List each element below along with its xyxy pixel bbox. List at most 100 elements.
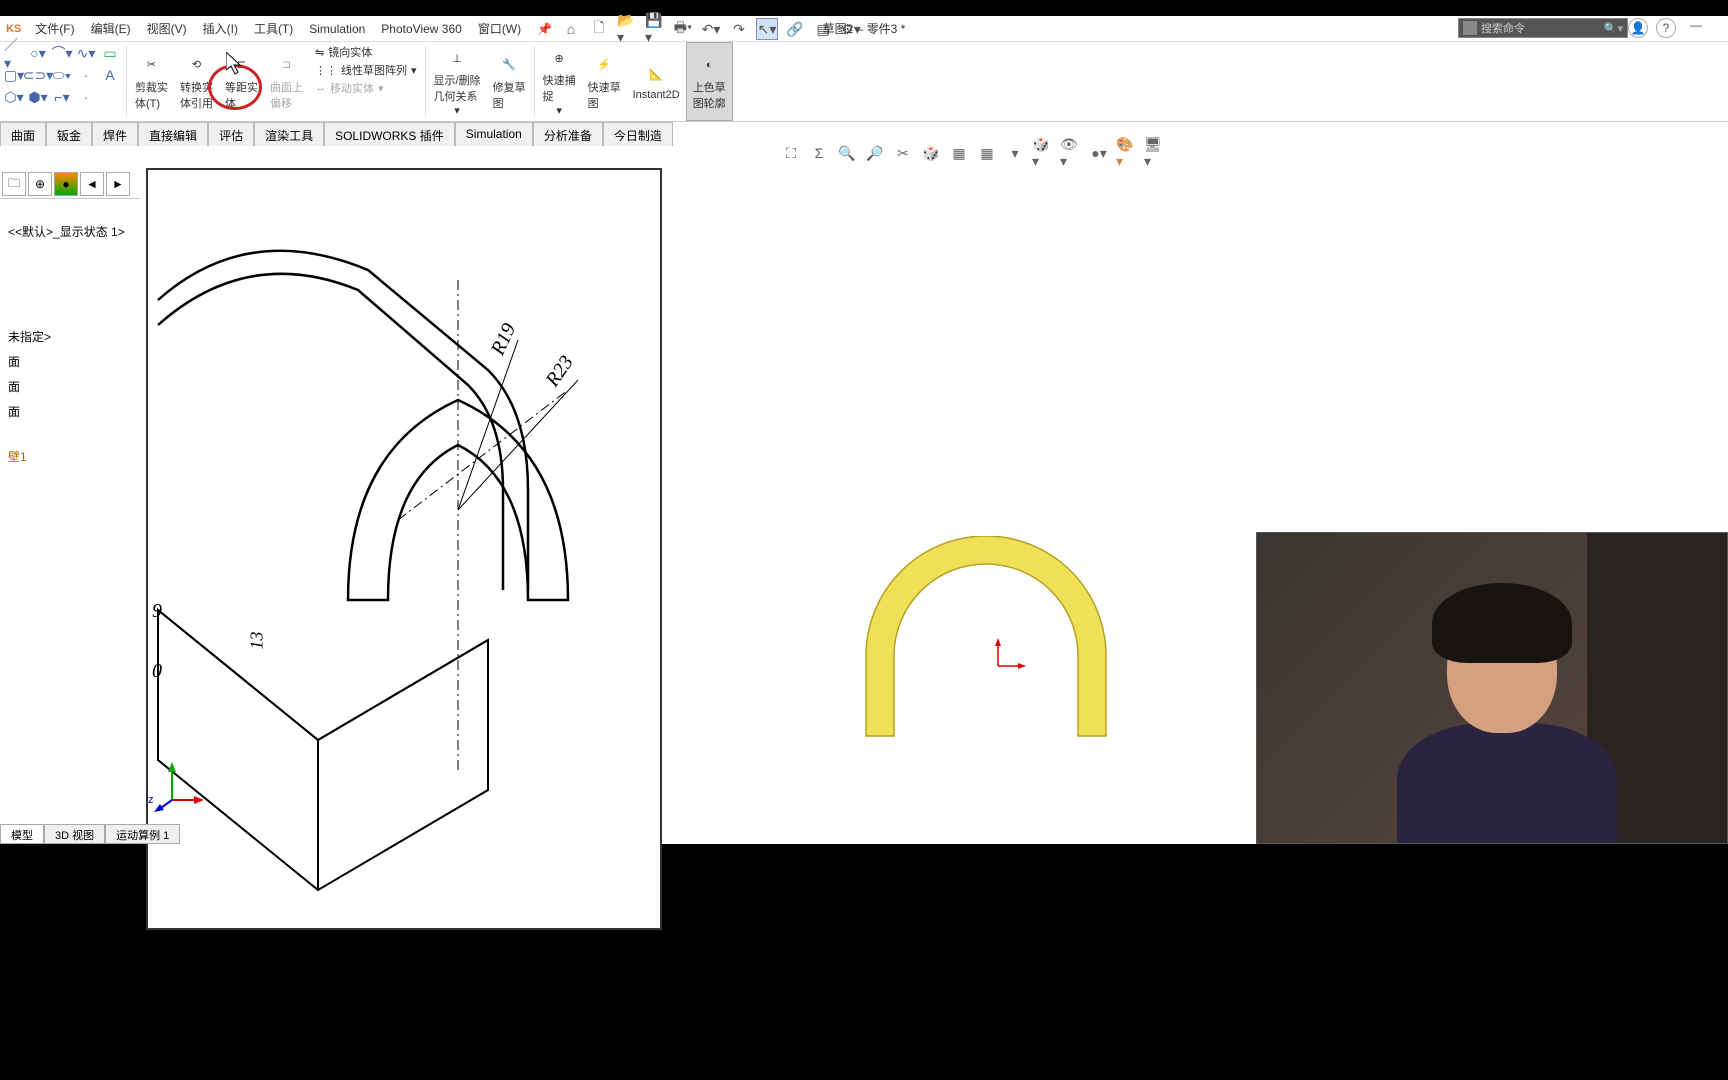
ellipse-icon[interactable]: ⬭▾ — [52, 66, 72, 84]
menu-view[interactable]: 视图(V) — [139, 20, 195, 37]
tab-sw-addins[interactable]: SOLIDWORKS 插件 — [324, 122, 455, 146]
rapid-icon: ⚡ — [592, 53, 616, 77]
isometric-drawing — [148, 170, 664, 932]
tab-3d-view[interactable]: 3D 视图 — [44, 824, 105, 844]
separator — [126, 46, 127, 116]
tab-direct-edit[interactable]: 直接编辑 — [138, 122, 208, 146]
tree-item-wall[interactable]: 壁1 — [0, 444, 140, 469]
face-offset-button: ⊐ 曲面上 偏移 — [264, 42, 309, 121]
arc-icon[interactable]: ⌒▾ — [52, 44, 72, 62]
convert-entities-button[interactable]: ⟲ 转换实 体引用 — [174, 42, 219, 121]
tab-sheet-metal[interactable]: 钣金 — [46, 122, 92, 146]
tab-model[interactable]: 模型 — [0, 824, 44, 844]
quick-access-toolbar: ⌂ 🗋 📂▾ 💾▾ 🖶▾ ↶▾ ↷ ↖▾ 🔗 ▤ ⚙▾ — [560, 18, 862, 40]
menu-insert[interactable]: 插入(I) — [195, 20, 246, 37]
rapid-sketch-button[interactable]: ⚡ 快速草 图 — [582, 42, 627, 121]
render-icon[interactable]: 🖥▾ — [1144, 142, 1166, 164]
tab-surface[interactable]: 曲面 — [0, 122, 46, 146]
redo-icon[interactable]: ↷ — [728, 18, 750, 40]
tab-evaluate[interactable]: 评估 — [208, 122, 254, 146]
rectangle-icon[interactable]: ▭ — [100, 44, 120, 62]
circle-icon[interactable]: ○▾ — [28, 44, 48, 62]
menu-simulation[interactable]: Simulation — [301, 22, 373, 36]
undo-icon[interactable]: ↶▾ — [700, 18, 722, 40]
appearance-icon[interactable]: ●▾ — [1088, 142, 1110, 164]
save-icon[interactable]: 💾▾ — [644, 18, 666, 40]
hide-show-icon[interactable]: ▦ — [976, 142, 998, 164]
tab-today-make[interactable]: 今日制造 — [603, 122, 673, 146]
linear-pattern-button[interactable]: ⋮⋮线性草图阵列▾ — [315, 62, 417, 78]
mirror-icon: ⇋ — [315, 46, 324, 59]
scene-icon[interactable]: ▾ — [1004, 142, 1026, 164]
print-icon[interactable]: 🖶▾ — [672, 18, 694, 40]
new-icon[interactable]: 🗋 — [588, 18, 610, 40]
color-icon[interactable]: 🎨▾ — [1116, 142, 1138, 164]
snap-icon: ⊕ — [547, 46, 571, 70]
point-icon[interactable]: · — [76, 66, 96, 84]
instant2d-button[interactable]: 📐 Instant2D — [627, 42, 686, 121]
section-view-icon[interactable]: ✂ — [892, 142, 914, 164]
rect-icon[interactable]: ▢▾ — [4, 66, 24, 84]
display-tab-icon[interactable]: ◄ — [80, 172, 104, 196]
tab-render-tools[interactable]: 渲染工具 — [254, 122, 324, 146]
more-icon[interactable]: · — [76, 88, 96, 106]
menu-edit[interactable]: 编辑(E) — [83, 20, 139, 37]
sigma-icon[interactable]: Σ — [808, 142, 830, 164]
polygon-icon[interactable]: ⬡▾ — [4, 88, 24, 106]
view-triad[interactable] — [154, 762, 204, 812]
open-icon[interactable]: 📂▾ — [616, 18, 638, 40]
tree-item-face-3[interactable]: 面 — [0, 399, 140, 424]
search-input[interactable]: 搜索命令 🔍▾ — [1458, 18, 1628, 38]
menu-window[interactable]: 窗口(W) — [470, 20, 529, 37]
tab-motion-study[interactable]: 运动算例 1 — [105, 824, 180, 844]
home-icon[interactable]: ⌂ — [560, 18, 582, 40]
trim-button[interactable]: ✂ 剪裁实 体(T) — [129, 42, 174, 121]
tab-simulation[interactable]: Simulation — [455, 122, 533, 146]
mirror-button[interactable]: ⇋镜向实体 — [315, 44, 417, 60]
shaded-icon: ◐ — [697, 53, 721, 77]
tab-analysis-prep[interactable]: 分析准备 — [533, 122, 603, 146]
tab-weldments[interactable]: 焊件 — [92, 122, 138, 146]
face-offset-icon: ⊐ — [275, 53, 299, 77]
menu-pin-icon[interactable]: 📌 — [529, 22, 560, 36]
more-tab-icon[interactable]: ► — [106, 172, 130, 196]
view-settings-icon[interactable]: 🎲▾ — [1032, 142, 1054, 164]
rebuild-icon[interactable]: 🔗 — [784, 18, 806, 40]
tree-item-unspecified[interactable]: 未指定> — [0, 324, 140, 349]
display-state-item[interactable]: <<默认>_显示状态 1> — [0, 219, 140, 244]
quick-snap-button[interactable]: ⊕ 快速捕 捉▾ — [537, 42, 582, 121]
zoom-area-icon[interactable]: 🔍 — [836, 142, 858, 164]
zoom-fit-icon[interactable]: ⛶ — [780, 142, 802, 164]
tree-item-face-2[interactable]: 面 — [0, 374, 140, 399]
top-right-controls: 👤 ? — — [1628, 18, 1708, 38]
property-tab-icon[interactable]: ⊕ — [28, 172, 52, 196]
line-icon[interactable]: ／▾ — [4, 44, 24, 62]
feature-manager-panel: 🗀 ⊕ ● ◄ ► <<默认>_显示状态 1> 未指定> 面 面 面 壁1 — [0, 170, 140, 824]
menu-photoview[interactable]: PhotoView 360 — [373, 22, 470, 36]
minimize-icon[interactable]: — — [1684, 18, 1708, 38]
instant2d-icon: 📐 — [644, 63, 668, 87]
search-magnify-icon: 🔍▾ — [1604, 22, 1623, 35]
display-relations-button[interactable]: ⊥ 显示/删除 几何关系▾ — [428, 42, 487, 121]
repair-sketch-button[interactable]: 🔧 修复草 图 — [487, 42, 532, 121]
spline-icon[interactable]: ∿▾ — [76, 44, 96, 62]
fillet-icon[interactable]: ⌐▾ — [52, 88, 72, 106]
display-style-icon[interactable]: ▦ — [948, 142, 970, 164]
search-placeholder: 搜索命令 — [1481, 20, 1525, 36]
select-icon[interactable]: ↖▾ — [756, 18, 778, 40]
shaded-sketch-button[interactable]: ◐ 上色草 图轮廓 — [686, 42, 733, 121]
slot-icon[interactable]: ⊂⊃▾ — [28, 66, 48, 84]
config-tab-icon[interactable]: ● — [54, 172, 78, 196]
help-icon[interactable]: ? — [1656, 18, 1676, 38]
previous-view-icon[interactable]: 🔎 — [864, 142, 886, 164]
move-icon: ↔ — [315, 82, 326, 94]
tree-item-face-1[interactable]: 面 — [0, 349, 140, 374]
menu-tools[interactable]: 工具(T) — [246, 20, 301, 37]
menu-file[interactable]: 文件(F) — [27, 20, 82, 37]
text-icon[interactable]: A — [100, 66, 120, 84]
eye-icon[interactable]: 👁▾ — [1060, 142, 1082, 164]
user-icon[interactable]: 👤 — [1628, 18, 1648, 38]
feature-tree-tab-icon[interactable]: 🗀 — [2, 172, 26, 196]
hexagon-icon[interactable]: ⬢▾ — [28, 88, 48, 106]
view-orientation-icon[interactable]: 🎲 — [920, 142, 942, 164]
